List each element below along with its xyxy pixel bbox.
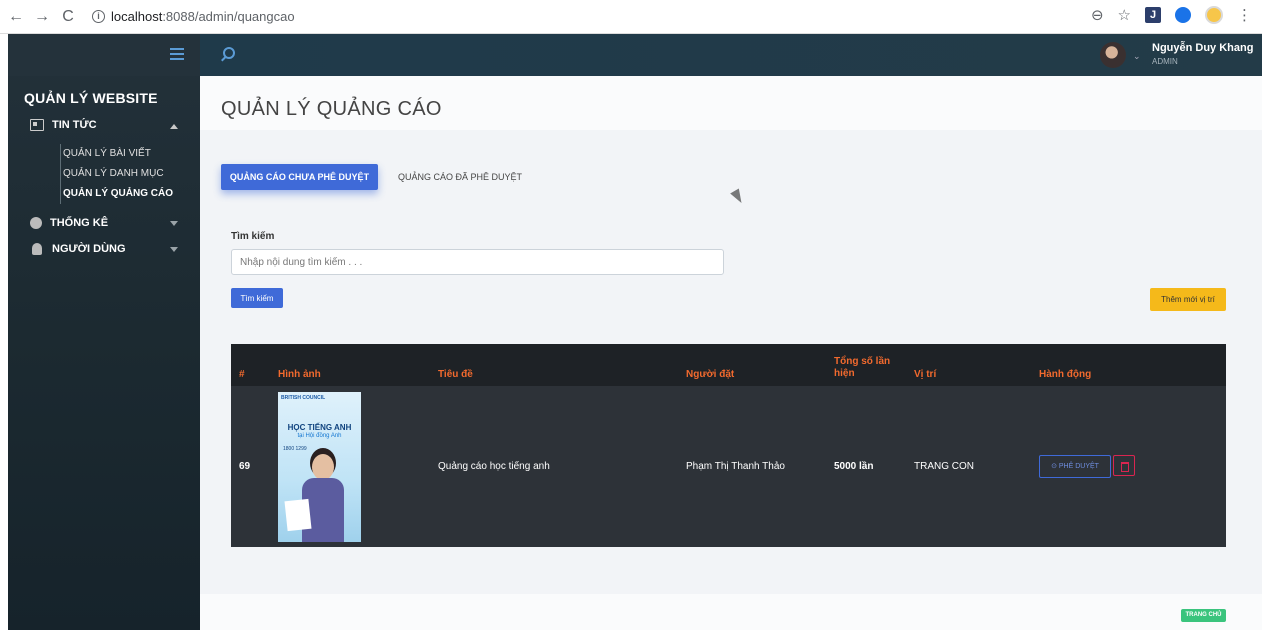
search-input[interactable] — [231, 249, 724, 275]
submenu-item-bai-viet[interactable]: QUẢN LÝ BÀI VIẾT — [51, 144, 200, 164]
page-title: QUẢN LÝ QUẢNG CÁO — [221, 98, 442, 120]
column-header-owner: Người đặt — [678, 344, 826, 386]
column-header-image: Hình ảnh — [270, 344, 430, 386]
footer — [200, 594, 1262, 630]
search-label: Tìm kiếm — [231, 231, 275, 242]
caret-down-icon — [170, 247, 178, 252]
delete-button[interactable] — [1113, 455, 1135, 476]
column-header-id: # — [231, 344, 270, 386]
approve-button[interactable]: ⊙ PHÊ DUYỆT — [1039, 455, 1111, 478]
cell-position: TRANG CON — [914, 461, 974, 472]
url-path: :8088/admin/quangcao — [162, 9, 295, 24]
cell-id: 69 — [239, 461, 251, 472]
search-button[interactable]: Tìm kiếm — [231, 288, 283, 308]
submenu-item-danh-muc[interactable]: QUẢN LÝ DANH MỤC — [51, 164, 200, 184]
ad-logo: BRITISH COUNCIL — [281, 394, 326, 401]
ads-table: # Hình ảnh Tiêu đề Người đặt Tổng số lần… — [231, 344, 1226, 547]
ad-thumbnail: BRITISH COUNCIL HỌC TIẾNG ANH tại Hội đồ… — [278, 391, 361, 542]
sidebar-item-nguoi-dung[interactable]: NGƯỜI DÙNG — [8, 236, 200, 262]
url-host: localhost — [111, 9, 163, 24]
table-header-row: # Hình ảnh Tiêu đề Người đặt Tổng số lần… — [231, 344, 1226, 386]
back-arrow-icon[interactable]: ← — [6, 8, 26, 26]
ad-phone: 1800 1299 — [283, 445, 307, 452]
cell-image: BRITISH COUNCIL HỌC TIẾNG ANH tại Hội đồ… — [270, 386, 430, 547]
reload-icon[interactable]: C — [58, 8, 78, 26]
newspaper-icon — [30, 119, 44, 131]
home-badge[interactable]: TRANG CHỦ — [1181, 609, 1226, 622]
hamburger-menu-icon[interactable] — [170, 48, 184, 60]
pie-chart-icon — [30, 217, 42, 229]
sidebar-item-label: THỐNG KÊ — [50, 217, 109, 229]
cell-views: 5000 lần — [834, 461, 874, 472]
sidebar-item-tin-tuc[interactable]: TIN TỨC — [8, 112, 200, 138]
sidebar-item-label: NGƯỜI DÙNG — [52, 243, 126, 255]
user-role: ADMIN — [1152, 57, 1178, 66]
tab-unapproved-ads[interactable]: QUẢNG CÁO CHƯA PHÊ DUYỆT — [221, 164, 378, 190]
app-header: ⌄ Nguyễn Duy Khang ADMIN — [200, 34, 1262, 76]
chevron-down-icon[interactable]: ⌄ — [1133, 51, 1141, 62]
tab-approved-ads[interactable]: QUẢNG CÁO ĐÃ PHÊ DUYỆT — [398, 164, 522, 190]
user-icon — [32, 243, 42, 255]
main-content: QUẢN LÝ QUẢNG CÁO QUẢNG CÁO CHƯA PHÊ DUY… — [200, 76, 1262, 630]
ad-subline: tại Hội đồng Anh — [297, 432, 342, 439]
avatar[interactable] — [1100, 42, 1126, 68]
ad-headline: HỌC TIẾNG ANH — [287, 422, 352, 432]
profile-avatar-icon[interactable] — [1205, 6, 1223, 24]
forward-arrow-icon[interactable]: → — [32, 8, 52, 26]
submenu-item-quang-cao[interactable]: QUẢN LÝ QUẢNG CÁO — [51, 184, 200, 204]
submenu-tin-tuc: QUẢN LÝ BÀI VIẾT QUẢN LÝ DANH MỤC QUẢN L… — [60, 144, 200, 204]
column-header-title: Tiêu đề — [430, 344, 678, 386]
caret-up-icon — [170, 124, 178, 129]
column-header-position: Vị trí — [906, 344, 1031, 386]
zoom-icon[interactable]: ⊖ — [1091, 6, 1104, 24]
user-name: Nguyễn Duy Khang — [1152, 42, 1254, 54]
address-bar[interactable]: i localhost:8088/admin/quangcao — [92, 9, 295, 24]
caret-down-icon — [170, 221, 178, 226]
menu-dots-icon[interactable]: ⋮ — [1237, 6, 1252, 24]
browser-toolbar: ← → C i localhost:8088/admin/quangcao ⊖ … — [0, 0, 1262, 34]
cell-owner: Phạm Thị Thanh Thảo — [686, 461, 785, 472]
column-header-actions: Hành động — [1031, 344, 1226, 386]
sidebar-item-label: TIN TỨC — [52, 119, 97, 131]
cell-actions: ⊙ PHÊ DUYỆT — [1031, 386, 1226, 547]
sidebar-brand: QUẢN LÝ WEBSITE — [24, 90, 158, 106]
cell-title: Quảng cáo học tiếng anh — [438, 461, 550, 472]
info-icon[interactable]: i — [92, 10, 105, 23]
approve-label: PHÊ DUYỆT — [1058, 463, 1099, 470]
sidebar: QUẢN LÝ WEBSITE TIN TỨC QUẢN LÝ BÀI VIẾT… — [8, 34, 200, 630]
search-icon[interactable] — [223, 47, 235, 59]
column-header-views: Tổng số lần hiện — [826, 344, 906, 386]
sidebar-header — [8, 34, 200, 76]
check-circle-icon: ⊙ — [1051, 463, 1059, 470]
extension-j-icon[interactable]: J — [1145, 7, 1161, 23]
sidebar-item-thong-ke[interactable]: THỐNG KÊ — [8, 210, 200, 236]
table-row: 69 BRITISH COUNCIL HỌC TIẾNG ANH tại Hội… — [231, 386, 1226, 547]
add-position-button[interactable]: Thêm mới vị trí — [1150, 288, 1226, 311]
star-icon[interactable]: ☆ — [1118, 6, 1131, 24]
extension-blue-icon[interactable] — [1175, 7, 1191, 23]
ad-certificate — [284, 498, 312, 531]
